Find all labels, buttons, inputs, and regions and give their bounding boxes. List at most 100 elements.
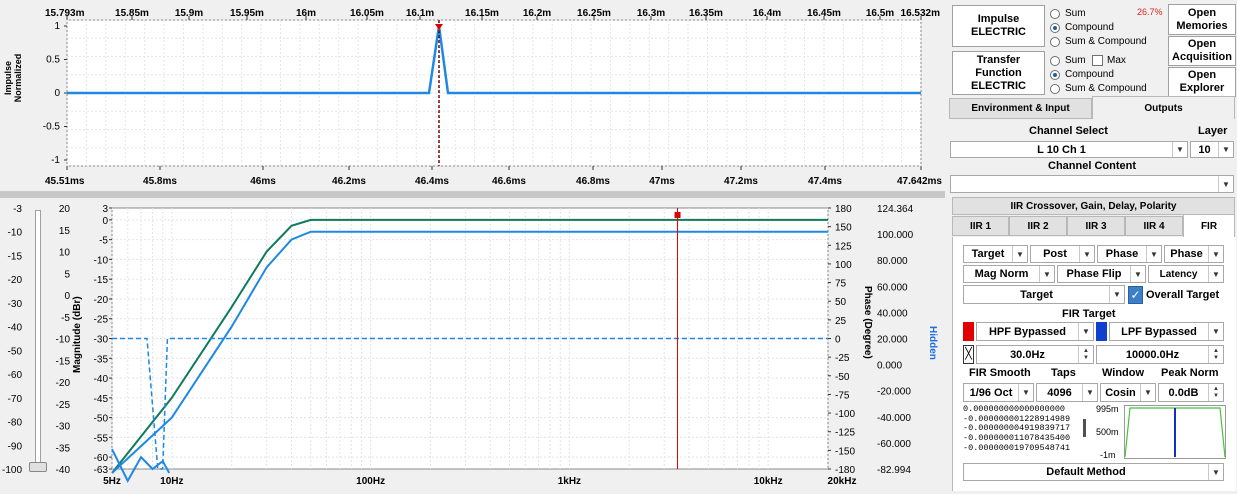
tab-iir-4[interactable]: IIR 4 xyxy=(1125,216,1183,236)
dropdown-value: 1/96 Oct xyxy=(969,386,1013,399)
impulse-chart[interactable]: 15.793m 15.85m 15.9m 15.95m 16m 16.05m 16.1m 16… xyxy=(0,0,945,190)
channel-select-dropdown[interactable]: L 10 Ch 1 ▼ xyxy=(950,141,1188,158)
x-tick-label: 100Hz xyxy=(356,476,385,487)
y-tick-label: 1 xyxy=(54,21,60,32)
phase-tick-label: 100 xyxy=(835,260,852,271)
overall-target-label: Overall Target xyxy=(1146,289,1220,301)
x-tick-label: 10kHz xyxy=(754,476,783,487)
tab-environment-input[interactable]: Environment & Input xyxy=(949,98,1092,119)
hpf-frequency-stepper[interactable]: 30.0Hz ▲ ▼ xyxy=(976,345,1094,364)
level-slider-track[interactable] xyxy=(35,210,41,470)
fir-coefficients-list[interactable]: 0.000000000000000000 -0.0000000012289149… xyxy=(963,405,1083,460)
chevron-down-icon: ▼ xyxy=(1082,384,1097,401)
radio-dot xyxy=(1050,22,1060,33)
magnitude-tick-label: -35 xyxy=(94,354,109,365)
top-tick-label: 16.45m xyxy=(807,8,841,19)
layer-dropdown[interactable]: 10 ▼ xyxy=(1190,141,1234,158)
magnitude-tick-label: -60 xyxy=(94,453,109,464)
coeff-scrollbar[interactable] xyxy=(1083,419,1086,437)
phase-flip-dropdown[interactable]: Phase Flip ▼ xyxy=(1057,265,1146,283)
phase-tick-label: 0 xyxy=(835,335,841,346)
phase-tick-label: -25 xyxy=(835,353,850,364)
x-tick-label: 5Hz xyxy=(103,476,121,487)
magnitude-tick-label: -63 xyxy=(94,465,109,476)
impulse-sum-radio[interactable]: Sum xyxy=(1050,8,1086,19)
updown-arrow-icon: ▲ ▼ xyxy=(1208,384,1223,401)
magnitude-tick-label: -15 xyxy=(94,275,109,286)
post-dropdown[interactable]: Post ▼ xyxy=(1030,245,1095,263)
magnitude-tick-label: -20 xyxy=(94,295,109,306)
impulse-y-label-2: Normalized xyxy=(13,53,23,103)
tab-iir-2[interactable]: IIR 2 xyxy=(1009,216,1067,236)
default-method-dropdown[interactable]: Default Method ▼ xyxy=(963,463,1224,481)
window-dropdown[interactable]: Cosin ▼ xyxy=(1100,383,1156,402)
top-tick-label: 16.05m xyxy=(350,8,384,19)
radio-dot xyxy=(1050,83,1060,94)
chart-splitter[interactable] xyxy=(0,191,945,198)
stepper-value: 10000.0Hz xyxy=(1125,348,1180,361)
chevron-down-icon: ▼ xyxy=(1208,266,1223,282)
left-inner-tick-label: -15 xyxy=(56,356,71,367)
open-acquisition-button[interactable]: Open Acquisition xyxy=(1168,36,1236,66)
latency-dropdown[interactable]: Latency ▼ xyxy=(1148,265,1224,283)
tab-fir[interactable]: FIR xyxy=(1183,214,1235,237)
cpu-percent: 26.7% xyxy=(1137,7,1163,17)
tf-max-checkbox[interactable]: Max xyxy=(1092,55,1126,66)
top-tick-label: 16.532m xyxy=(901,8,941,19)
frequency-chart[interactable]: 5Hz 10Hz 100Hz 1kHz 10kHz 20kHz 3 0 -5 -10 -15 -20-… xyxy=(0,198,945,491)
dropdown-value: Default Method xyxy=(1046,466,1126,478)
left-outer-tick-label: -20 xyxy=(8,275,23,286)
phase-dropdown-1[interactable]: Phase ▼ xyxy=(1097,245,1162,263)
phase-tick-label: 75 xyxy=(835,279,847,290)
peak-norm-stepper[interactable]: 0.0dB ▲ ▼ xyxy=(1158,383,1224,402)
mini-tick-bottom: -1m xyxy=(1100,450,1116,460)
taps-dropdown[interactable]: 4096 ▼ xyxy=(1036,383,1098,402)
impulse-compound-radio[interactable]: Compound xyxy=(1050,22,1114,33)
top-tick-label: 15.9m xyxy=(175,8,203,19)
frequency-cursor-marker xyxy=(674,212,681,218)
right-scale-tick-label: -40.000 xyxy=(877,413,911,424)
tab-outputs[interactable]: Outputs xyxy=(1092,96,1235,119)
hpf-dropdown[interactable]: HPF Bypassed ▼ xyxy=(976,322,1094,341)
lpf-frequency-stepper[interactable]: 10000.0Hz ▲ ▼ xyxy=(1096,345,1224,364)
impulse-y-label: Impulse Normalized xyxy=(3,38,23,118)
dropdown-value: Phase xyxy=(1170,248,1203,260)
impulse-electric-button[interactable]: Impulse ELECTRIC xyxy=(952,5,1045,47)
lpf-dropdown[interactable]: LPF Bypassed ▼ xyxy=(1109,322,1224,341)
left-inner-tick-label: 0 xyxy=(64,291,70,302)
left-inner-tick-label: -5 xyxy=(61,313,70,324)
open-memories-button[interactable]: Open Memories xyxy=(1168,4,1236,35)
transfer-function-electric-button[interactable]: Transfer Function ELECTRIC xyxy=(952,51,1045,95)
tf-sum-radio[interactable]: Sum xyxy=(1050,55,1086,66)
right-scale-tick-label: 20.000 xyxy=(877,335,908,346)
phase-tick-label: 25 xyxy=(835,316,847,327)
radio-dot xyxy=(1050,36,1060,47)
right-scale-tick-label: 100.000 xyxy=(877,230,914,241)
tab-iir-3[interactable]: IIR 3 xyxy=(1067,216,1125,236)
fir-smooth-dropdown[interactable]: 1/96 Oct ▼ xyxy=(963,383,1034,402)
overall-target-checkbox[interactable]: ✓ Overall Target xyxy=(1128,286,1219,304)
mag-norm-dropdown[interactable]: Mag Norm ▼ xyxy=(963,265,1055,283)
impulse-sum-compound-radio[interactable]: Sum & Compound xyxy=(1050,36,1147,47)
y-tick-label: 0 xyxy=(54,88,60,99)
channel-content-dropdown[interactable]: ▼ xyxy=(950,175,1234,193)
link-toggle-icon[interactable]: ╳ xyxy=(963,345,974,364)
checkbox-label: Max xyxy=(1107,55,1126,66)
hpf-color-swatch[interactable] xyxy=(963,322,974,341)
target-dropdown-2[interactable]: Target ▼ xyxy=(963,285,1125,304)
tab-iir-1[interactable]: IIR 1 xyxy=(952,216,1009,236)
iir-crossover-header[interactable]: IIR Crossover, Gain, Delay, Polarity xyxy=(952,197,1235,215)
top-tick-label: 16.1m xyxy=(406,8,434,19)
level-slider-thumb[interactable] xyxy=(29,462,47,472)
lpf-color-swatch[interactable] xyxy=(1096,322,1107,341)
top-tick-label: 16.15m xyxy=(465,8,499,19)
chevron-down-icon: ▼ xyxy=(1218,176,1233,192)
x-tick-label: 10Hz xyxy=(160,476,183,487)
tf-compound-radio[interactable]: Compound xyxy=(1050,69,1114,80)
tf-sum-compound-radio[interactable]: Sum & Compound xyxy=(1050,83,1147,94)
phase-tick-label: -125 xyxy=(835,428,855,439)
open-explorer-button[interactable]: Open Explorer xyxy=(1168,67,1236,97)
phase-dropdown-2[interactable]: Phase ▼ xyxy=(1164,245,1224,263)
top-tick-label: 16.2m xyxy=(523,8,551,19)
target-dropdown-1[interactable]: Target ▼ xyxy=(963,245,1028,263)
